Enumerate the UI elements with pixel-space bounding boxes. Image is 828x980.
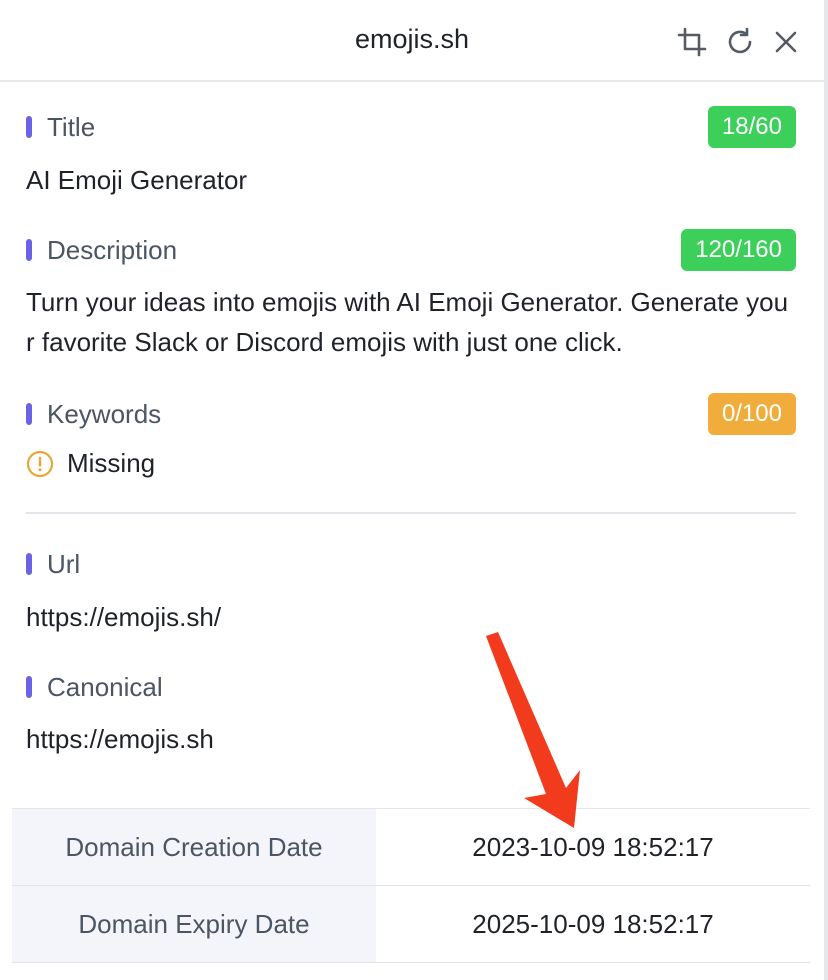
description-label: Description [47,235,178,265]
title-length-badge: 18/60 [707,106,796,148]
accent-bar [26,553,32,575]
keywords-length-badge: 0/100 [707,393,796,435]
url-label-row: Url [26,547,796,581]
title-value: AI Emoji Generator [26,165,248,195]
close-icon[interactable] [770,26,802,58]
url-value[interactable]: https://emojis.sh/ [26,600,796,634]
accent-bar [26,403,32,425]
canonical-label: Canonical [47,672,163,702]
description-label-row: Description 120/160 [26,229,796,271]
domain-expiry-value: 2025-10-09 18:52:17 [472,909,714,939]
window-edge [824,0,828,980]
table-row: Domain Creation Date 2023-10-09 18:52:17 [12,809,810,886]
accent-bar [26,239,32,261]
url-label: Url [47,549,81,579]
domain-creation-value: 2023-10-09 18:52:17 [472,832,714,862]
description-length-badge: 120/160 [681,229,796,271]
canonical-label-row: Canonical [26,670,796,704]
panel-header: emojis.sh [0,0,824,82]
keywords-label: Keywords [47,399,162,429]
domain-creation-label: Domain Creation Date [12,809,376,885]
refresh-icon[interactable] [724,26,756,58]
accent-bar [26,116,32,138]
canonical-value[interactable]: https://emojis.sh [26,722,796,756]
table-row: Domain Expiry Date 2025-10-09 18:52:17 [12,886,810,963]
keywords-label-row: Keywords 0/100 [26,393,796,435]
warning-circle-icon [26,450,54,478]
crop-icon[interactable] [676,26,708,58]
description-value: Turn your ideas into emojis with AI Emoj… [26,287,789,357]
title-label-row: Title 18/60 [26,106,796,148]
keywords-value: Missing [67,448,156,478]
domain-expiry-label: Domain Expiry Date [12,886,376,962]
domain-info-table: Domain Creation Date 2023-10-09 18:52:17… [12,808,810,963]
accent-bar [26,676,32,698]
section-divider [26,512,796,514]
title-label: Title [47,112,96,142]
